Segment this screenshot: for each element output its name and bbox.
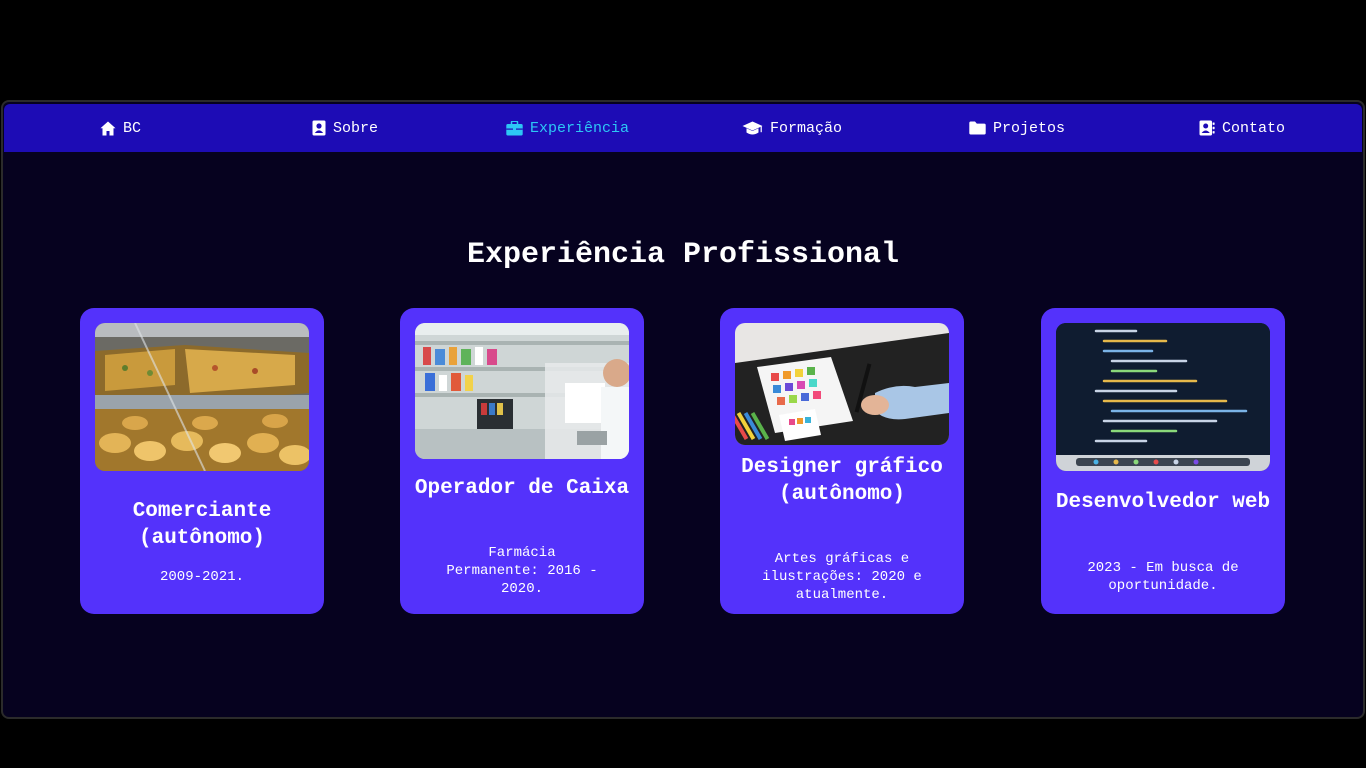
address-book-icon (1199, 120, 1215, 136)
experience-card-comerciante: Comerciante (autônomo) 2009-2021. (80, 308, 324, 614)
nav-label-home: BC (123, 119, 142, 137)
graduation-cap-icon (742, 121, 763, 136)
portfolio-window: BC Sobre Experiência Formação Projetos C… (3, 102, 1363, 717)
nav-label-contato: Contato (1222, 119, 1286, 137)
card-title: Comerciante (autônomo) (132, 500, 272, 550)
nav-label-sobre: Sobre (333, 119, 379, 137)
section-title: Experiência Profissional (466, 238, 900, 272)
designer-drawing-photo (735, 323, 949, 445)
card-title: Desenvolvedor web (1055, 491, 1271, 514)
card-description: 2009-2021. (159, 569, 244, 585)
card-description: 2023 - Em busca de oportunidade. (1087, 560, 1239, 594)
nav-link-formacao[interactable]: Formação (742, 104, 842, 152)
folder-icon (969, 121, 986, 135)
nav-link-home[interactable]: BC (100, 104, 141, 152)
navbar: BC Sobre Experiência Formação Projetos C… (4, 104, 1362, 152)
experience-card-desenvolvedor: Desenvolvedor web 2023 - Em busca de opo… (1041, 308, 1285, 614)
contact-card-icon (312, 120, 326, 136)
experience-card-designer: Designer gráfico (autônomo) Artes gráfic… (720, 308, 964, 614)
nav-link-experiencia[interactable]: Experiência (506, 104, 629, 152)
pharmacy-counter-photo (415, 323, 629, 459)
home-icon (100, 121, 116, 136)
nav-label-formacao: Formação (770, 119, 843, 137)
card-title: Designer gráfico (autônomo) (741, 456, 943, 506)
nav-label-projetos: Projetos (993, 119, 1066, 137)
briefcase-icon (506, 120, 523, 136)
card-description: Artes gráficas e ilustrações: 2020 e atu… (762, 551, 922, 603)
card-title: Operador de Caixa (414, 477, 630, 500)
bakery-display-photo (95, 323, 309, 471)
nav-link-projetos[interactable]: Projetos (969, 104, 1065, 152)
nav-link-contato[interactable]: Contato (1199, 104, 1285, 152)
card-description: Farmácia Permanente: 2016 - 2020. (446, 545, 598, 597)
nav-label-experiencia: Experiência (530, 119, 630, 137)
experience-card-operador: Operador de Caixa Farmácia Permanente: 2… (400, 308, 644, 614)
nav-link-sobre[interactable]: Sobre (312, 104, 378, 152)
code-screen-photo (1056, 323, 1270, 471)
